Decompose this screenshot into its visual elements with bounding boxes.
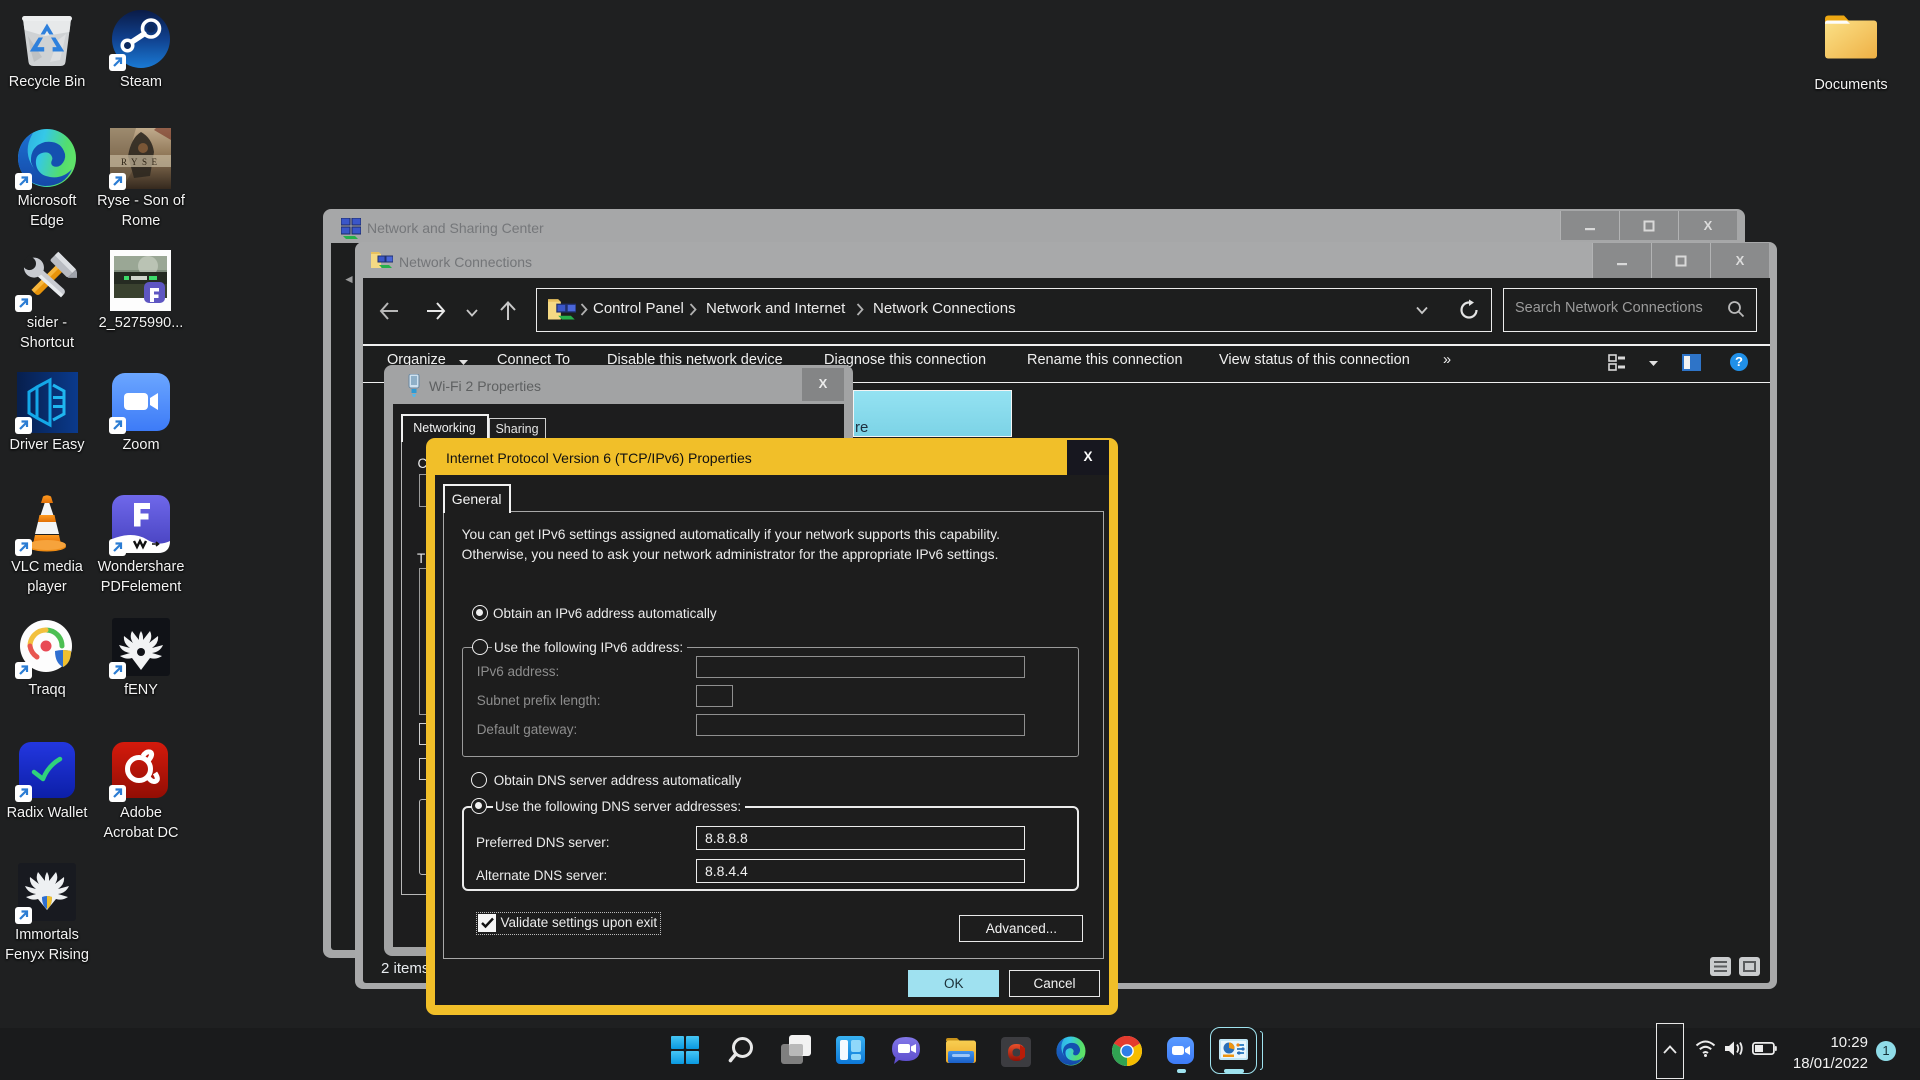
svg-text:RYSE: RYSE bbox=[121, 157, 162, 167]
